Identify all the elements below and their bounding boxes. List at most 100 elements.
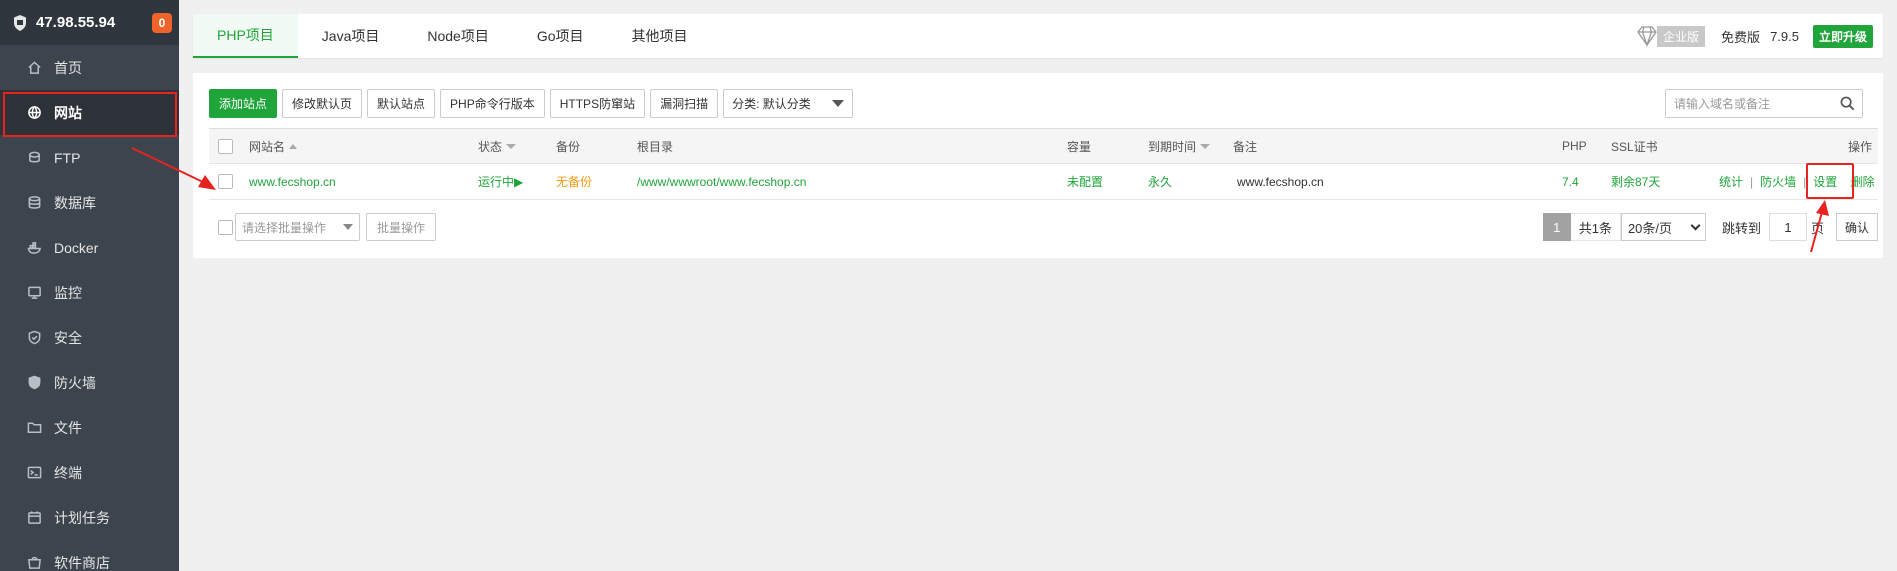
- search-icon[interactable]: [1832, 90, 1862, 117]
- col-root-dir: 根目录: [637, 139, 674, 154]
- server-ip: 47.98.55.94: [36, 14, 116, 31]
- site-capacity[interactable]: 未配置: [1067, 164, 1103, 199]
- version-number: 7.9.5: [1770, 28, 1799, 44]
- firewall-shield-icon: [26, 375, 42, 391]
- delete-link[interactable]: 删除: [1851, 173, 1875, 190]
- settings-link[interactable]: 设置: [1806, 163, 1855, 199]
- col-site-name[interactable]: 网站名: [249, 129, 298, 163]
- sidebar-item-label: 软件商店: [54, 554, 110, 571]
- sidebar-item-store[interactable]: 软件商店: [0, 540, 179, 571]
- site-remark[interactable]: www.fecshop.cn: [1237, 164, 1324, 199]
- jump-label: 跳转到: [1721, 220, 1761, 236]
- footer-select-all-checkbox[interactable]: [218, 220, 233, 235]
- enterprise-badge[interactable]: 企业版: [1635, 25, 1706, 47]
- chevron-down-icon: [1690, 220, 1701, 230]
- php-cli-version-button[interactable]: PHP命令行版本: [440, 89, 545, 118]
- col-expire[interactable]: 到期时间: [1148, 129, 1211, 163]
- sidebar-item-label: 网站: [54, 104, 82, 121]
- sidebar-item-monitor[interactable]: 监控: [0, 270, 179, 315]
- vulnerability-scan-button[interactable]: 漏洞扫描: [650, 89, 719, 118]
- stats-link[interactable]: 统计: [1719, 173, 1743, 190]
- add-site-button[interactable]: 添加站点: [209, 89, 278, 118]
- page-size-value: 20条/页: [1627, 220, 1673, 236]
- col-ssl: SSL证书: [1611, 139, 1658, 154]
- sort-desc-icon: [506, 143, 517, 149]
- site-name-link[interactable]: www.fecshop.cn: [249, 164, 336, 199]
- sidebar-item-label: Docker: [54, 239, 99, 256]
- bulk-action-button[interactable]: 批量操作: [366, 213, 437, 241]
- jump-page-input[interactable]: 1: [1768, 213, 1807, 241]
- store-icon: [26, 555, 42, 571]
- category-select-value: 分类: 默认分类: [732, 97, 811, 111]
- sidebar-item-label: FTP: [54, 149, 81, 166]
- sidebar-item-label: 数据库: [54, 194, 96, 211]
- sidebar-item-label: 安全: [54, 329, 82, 346]
- row-checkbox-cell: [218, 164, 233, 199]
- version-info: 企业版 免费版 7.9.5 立即升级: [1635, 24, 1883, 48]
- tab-java[interactable]: Java项目: [298, 14, 404, 58]
- sidebar-item-security[interactable]: 安全: [0, 315, 179, 360]
- ftp-icon: [26, 150, 42, 166]
- site-php-version[interactable]: 7.4: [1562, 164, 1579, 199]
- tab-php[interactable]: PHP项目: [193, 14, 298, 58]
- sidebar-item-home[interactable]: 首页: [0, 45, 179, 90]
- site-ssl-status[interactable]: 剩余87天: [1611, 164, 1660, 199]
- site-table: 网站名 状态 备份 根目录 容量 到期时间 备注 PHP SSL证书 操作 ww…: [209, 128, 1878, 200]
- sidebar-item-cron[interactable]: 计划任务: [0, 495, 179, 540]
- site-status[interactable]: 运行中▶: [478, 164, 523, 199]
- sidebar-item-label: 防火墙: [54, 374, 96, 391]
- bulk-action-select[interactable]: 请选择批量操作: [235, 213, 360, 241]
- sidebar-item-docker[interactable]: Docker: [0, 225, 179, 270]
- sidebar-item-files[interactable]: 文件: [0, 405, 179, 450]
- bulk-action-placeholder: 请选择批量操作: [242, 220, 327, 235]
- firewall-link[interactable]: 防火墙: [1760, 173, 1796, 190]
- sort-desc-icon: [1200, 143, 1211, 149]
- col-php: PHP: [1562, 139, 1587, 153]
- col-status[interactable]: 状态: [478, 129, 517, 163]
- category-select[interactable]: 分类: 默认分类: [723, 89, 854, 118]
- database-icon: [26, 195, 42, 211]
- sort-asc-icon: [289, 143, 298, 149]
- globe-icon: [26, 105, 42, 121]
- calendar-icon: [26, 510, 42, 526]
- row-operations: 统计 | 防火墙 | 设置 删除: [1719, 163, 1875, 199]
- server-header: 47.98.55.94 0: [0, 0, 179, 45]
- sidebar-item-terminal[interactable]: 终端: [0, 450, 179, 495]
- site-toolbar: 添加站点 修改默认页 默认站点 PHP命令行版本 HTTPS防窜站 漏洞扫描 分…: [209, 89, 854, 118]
- enterprise-label: 企业版: [1657, 25, 1706, 47]
- page-size-select[interactable]: 20条/页: [1620, 213, 1706, 241]
- col-operations: 操作: [1848, 139, 1873, 154]
- sidebar-item-database[interactable]: 数据库: [0, 180, 179, 225]
- site-backup[interactable]: 无备份: [556, 164, 592, 199]
- sidebar-item-firewall[interactable]: 防火墙: [0, 360, 179, 405]
- home-icon: [26, 60, 42, 76]
- site-root-dir[interactable]: /www/wwwroot/www.fecshop.cn: [637, 164, 806, 199]
- sidebar-item-label: 文件: [54, 419, 82, 436]
- sidebar-item-label: 终端: [54, 464, 82, 481]
- caret-down-icon: [832, 100, 845, 107]
- select-all-checkbox[interactable]: [218, 138, 233, 154]
- https-anti-hijack-button[interactable]: HTTPS防窜站: [549, 89, 646, 118]
- tab-node[interactable]: Node项目: [403, 14, 512, 58]
- sidebar-item-label: 计划任务: [54, 509, 110, 526]
- sidebar-item-ftp[interactable]: FTP: [0, 135, 179, 180]
- default-site-button[interactable]: 默认站点: [367, 89, 436, 118]
- tab-other[interactable]: 其他项目: [608, 14, 712, 58]
- row-checkbox[interactable]: [218, 174, 233, 189]
- col-backup: 备份: [556, 139, 581, 154]
- search-input[interactable]: [1666, 90, 1832, 117]
- tab-go[interactable]: Go项目: [513, 14, 608, 58]
- site-expire[interactable]: 永久: [1148, 164, 1172, 199]
- table-header-row: 网站名 状态 备份 根目录 容量 到期时间 备注 PHP SSL证书 操作: [209, 129, 1878, 164]
- sidebar-item-website[interactable]: 网站: [0, 90, 179, 137]
- page-current[interactable]: 1: [1542, 213, 1571, 241]
- total-count: 共1条: [1570, 213, 1621, 241]
- col-capacity: 容量: [1067, 139, 1092, 154]
- edit-default-page-button[interactable]: 修改默认页: [282, 89, 363, 118]
- notification-badge[interactable]: 0: [152, 13, 172, 33]
- upgrade-button[interactable]: 立即升级: [1812, 24, 1873, 48]
- jump-confirm-button[interactable]: 确认: [1835, 213, 1878, 241]
- docker-icon: [26, 240, 42, 256]
- ops-separator: |: [1750, 174, 1754, 189]
- table-row: www.fecshop.cn 运行中▶ 无备份 /www/wwwroot/www…: [209, 163, 1878, 200]
